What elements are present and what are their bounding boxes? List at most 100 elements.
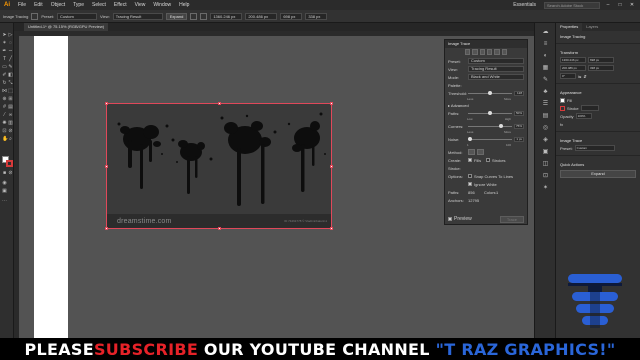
menu-select[interactable]: Select: [88, 2, 110, 8]
perspective-grid-tool-icon[interactable]: ⊞: [8, 97, 13, 102]
traced-image[interactable]: dreamstime.com ID 74491778 © Vladimirbat…: [105, 102, 333, 230]
fills-checkbox[interactable]: [468, 158, 472, 162]
transform-y-field[interactable]: 200.486 px: [560, 65, 586, 71]
x-field[interactable]: 1360.246 px: [210, 12, 243, 20]
noise-value[interactable]: 1 px: [514, 136, 524, 142]
menu-help[interactable]: Help: [175, 2, 193, 8]
workspace-switcher[interactable]: Essentials: [509, 2, 540, 8]
line-tool-icon[interactable]: ╱: [8, 57, 13, 62]
screen-mode-icon[interactable]: ▣: [2, 189, 7, 194]
eraser-tool-icon[interactable]: ◧: [8, 73, 13, 78]
scale-tool-icon[interactable]: ⤡: [8, 81, 13, 86]
noise-slider-knob[interactable]: [468, 136, 473, 141]
magic-wand-tool-icon[interactable]: ✶: [2, 41, 7, 46]
transform-icon[interactable]: [200, 12, 208, 20]
grayscale-icon[interactable]: [486, 49, 493, 55]
y-field[interactable]: 200.486 px: [245, 12, 278, 20]
resize-handle-left[interactable]: [105, 165, 108, 168]
layers-icon[interactable]: ◫: [542, 161, 549, 168]
corners-slider-knob[interactable]: [499, 123, 503, 128]
gradient-icon[interactable]: ▤: [542, 113, 549, 120]
swatches-icon[interactable]: ▦: [542, 65, 549, 72]
preset-select[interactable]: Custom: [57, 12, 98, 20]
paths-slider[interactable]: [468, 110, 512, 115]
transform-h-field[interactable]: 338 px: [588, 65, 614, 71]
more-tools-icon[interactable]: ⋯: [2, 199, 7, 204]
graphic-styles-icon[interactable]: ▣: [542, 149, 549, 156]
trace-preset-select[interactable]: Custom: [468, 58, 524, 64]
slice-tool-icon[interactable]: ⊘: [8, 129, 13, 134]
direct-selection-tool-icon[interactable]: ▷: [8, 33, 13, 38]
view-select[interactable]: Tracing Result: [112, 12, 163, 20]
props-preset-select[interactable]: Custom: [574, 145, 615, 151]
menu-edit[interactable]: Edit: [30, 2, 47, 8]
preview-checkbox[interactable]: [448, 217, 452, 221]
auto-color-icon[interactable]: [465, 49, 471, 55]
w-field[interactable]: 698 px: [280, 12, 303, 20]
flip-horizontal-icon[interactable]: ⇋: [578, 74, 581, 79]
trace-mode-select[interactable]: Black and White: [468, 74, 524, 80]
transform-w-field[interactable]: 698 px: [588, 57, 614, 63]
graph-tool-icon[interactable]: ▥: [8, 121, 13, 126]
zoom-tool-icon[interactable]: ⌕: [8, 137, 13, 142]
app-logo[interactable]: Ai: [0, 0, 14, 10]
pen-tool-icon[interactable]: ✒: [2, 49, 7, 54]
curvature-tool-icon[interactable]: ∽: [8, 49, 13, 54]
rotate-field[interactable]: 0°: [560, 73, 576, 79]
stock-search-input[interactable]: Search Adobe Stock: [544, 1, 600, 9]
gradient-tool-icon[interactable]: ▤: [8, 105, 13, 110]
trace-view-select[interactable]: Tracing Result: [468, 66, 524, 72]
low-color-icon[interactable]: [479, 49, 485, 55]
corners-slider[interactable]: [468, 123, 512, 128]
minimize-icon[interactable]: –: [604, 1, 612, 9]
props-expand-button[interactable]: Expand: [560, 170, 636, 178]
properties-icon[interactable]: ≡: [542, 41, 549, 48]
h-field[interactable]: 338 px: [305, 12, 328, 20]
artboard[interactable]: [34, 36, 68, 338]
corners-value[interactable]: 75%: [514, 123, 524, 129]
tab-properties[interactable]: Properties: [556, 23, 583, 31]
none-mode-icon[interactable]: ⊘: [8, 171, 13, 176]
fx-label[interactable]: fx: [560, 122, 563, 127]
paintbrush-tool-icon[interactable]: ✎: [8, 65, 13, 70]
eyedropper-tool-icon[interactable]: ⁄: [2, 113, 7, 118]
opacity-field[interactable]: 100%: [575, 113, 592, 119]
threshold-value[interactable]: 128: [514, 90, 524, 96]
artboard-tool-icon[interactable]: ⊡: [2, 129, 7, 134]
paths-slider-knob[interactable]: [488, 110, 492, 115]
ignore-white-checkbox[interactable]: [468, 182, 472, 186]
blend-tool-icon[interactable]: ∞: [8, 113, 13, 118]
resize-handle-top-right[interactable]: [330, 102, 333, 105]
libraries-icon[interactable]: ☁: [542, 29, 549, 36]
abutting-method-icon[interactable]: [468, 149, 475, 155]
free-transform-tool-icon[interactable]: ⬚: [8, 89, 13, 94]
symbol-sprayer-tool-icon[interactable]: ✺: [2, 121, 7, 126]
paths-value[interactable]: 50%: [514, 110, 524, 116]
selection-tool-icon[interactable]: ➤: [2, 33, 7, 38]
mesh-tool-icon[interactable]: #: [2, 105, 7, 110]
image-trace-icon[interactable]: ✶: [542, 185, 549, 192]
stroke-icon[interactable]: ☰: [542, 101, 549, 108]
align-icon[interactable]: [190, 12, 198, 20]
resize-handle-top-left[interactable]: [105, 102, 108, 105]
noise-slider[interactable]: [468, 136, 512, 141]
vertical-ruler[interactable]: [14, 31, 19, 338]
menu-window[interactable]: Window: [149, 2, 175, 8]
close-icon[interactable]: ✕: [628, 1, 636, 9]
menu-object[interactable]: Object: [47, 2, 69, 8]
snap-curves-checkbox[interactable]: [468, 174, 472, 178]
tab-layers[interactable]: Layers: [582, 23, 602, 31]
document-tab[interactable]: Untitled-1* @ 75.15% (RGB/GPU Preview): [24, 23, 109, 31]
rotate-tool-icon[interactable]: ↻: [2, 81, 7, 86]
shape-builder-tool-icon[interactable]: ⊕: [2, 97, 7, 102]
resize-handle-right[interactable]: [330, 165, 333, 168]
hand-tool-icon[interactable]: ✋: [2, 137, 8, 142]
trace-button[interactable]: Trace: [499, 215, 524, 223]
flip-vertical-icon[interactable]: ⇵: [583, 74, 586, 79]
trace-panel-icon[interactable]: [31, 12, 39, 20]
artboards-icon[interactable]: ⊡: [542, 173, 549, 180]
symbols-icon[interactable]: ♣: [542, 89, 549, 96]
transparency-icon[interactable]: ◎: [542, 125, 549, 132]
menu-effect[interactable]: Effect: [110, 2, 131, 8]
width-tool-icon[interactable]: ⋈: [2, 89, 7, 94]
